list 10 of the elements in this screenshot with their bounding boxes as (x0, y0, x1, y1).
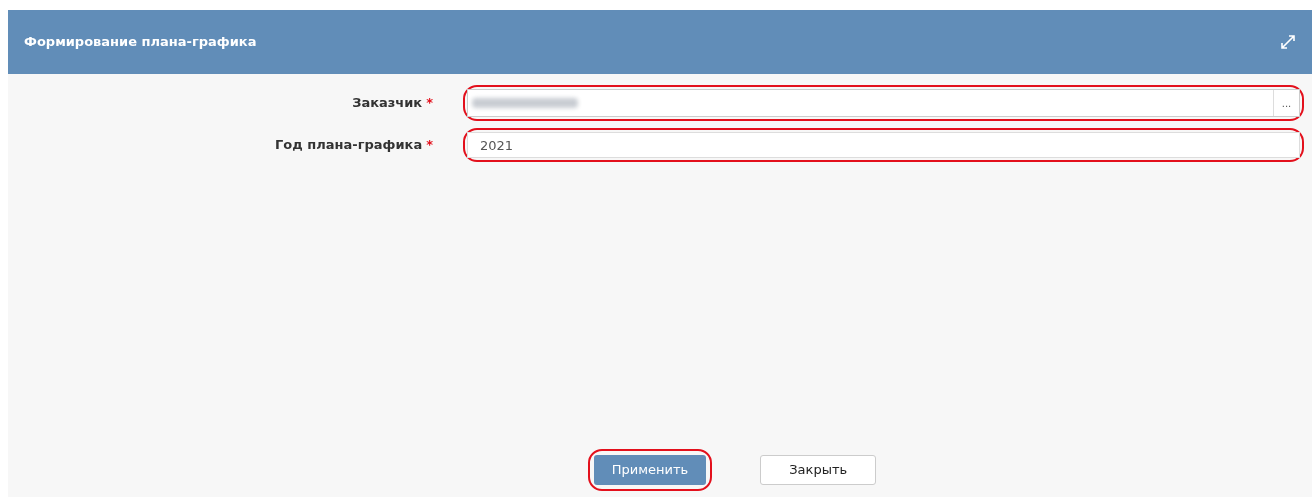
required-mark: * (426, 94, 433, 113)
lookup-field[interactable]: ... (467, 89, 1300, 117)
year-field[interactable]: 2021 (467, 132, 1300, 158)
window-title: Формирование плана-графика (24, 33, 257, 52)
browse-button[interactable]: ... (1273, 90, 1299, 116)
required-mark: * (426, 136, 433, 155)
field-label: Заказчик (352, 94, 423, 113)
field-label: Год плана-графика (275, 136, 423, 155)
close-button[interactable]: Закрыть (760, 455, 877, 485)
expand-icon[interactable] (1280, 34, 1296, 50)
